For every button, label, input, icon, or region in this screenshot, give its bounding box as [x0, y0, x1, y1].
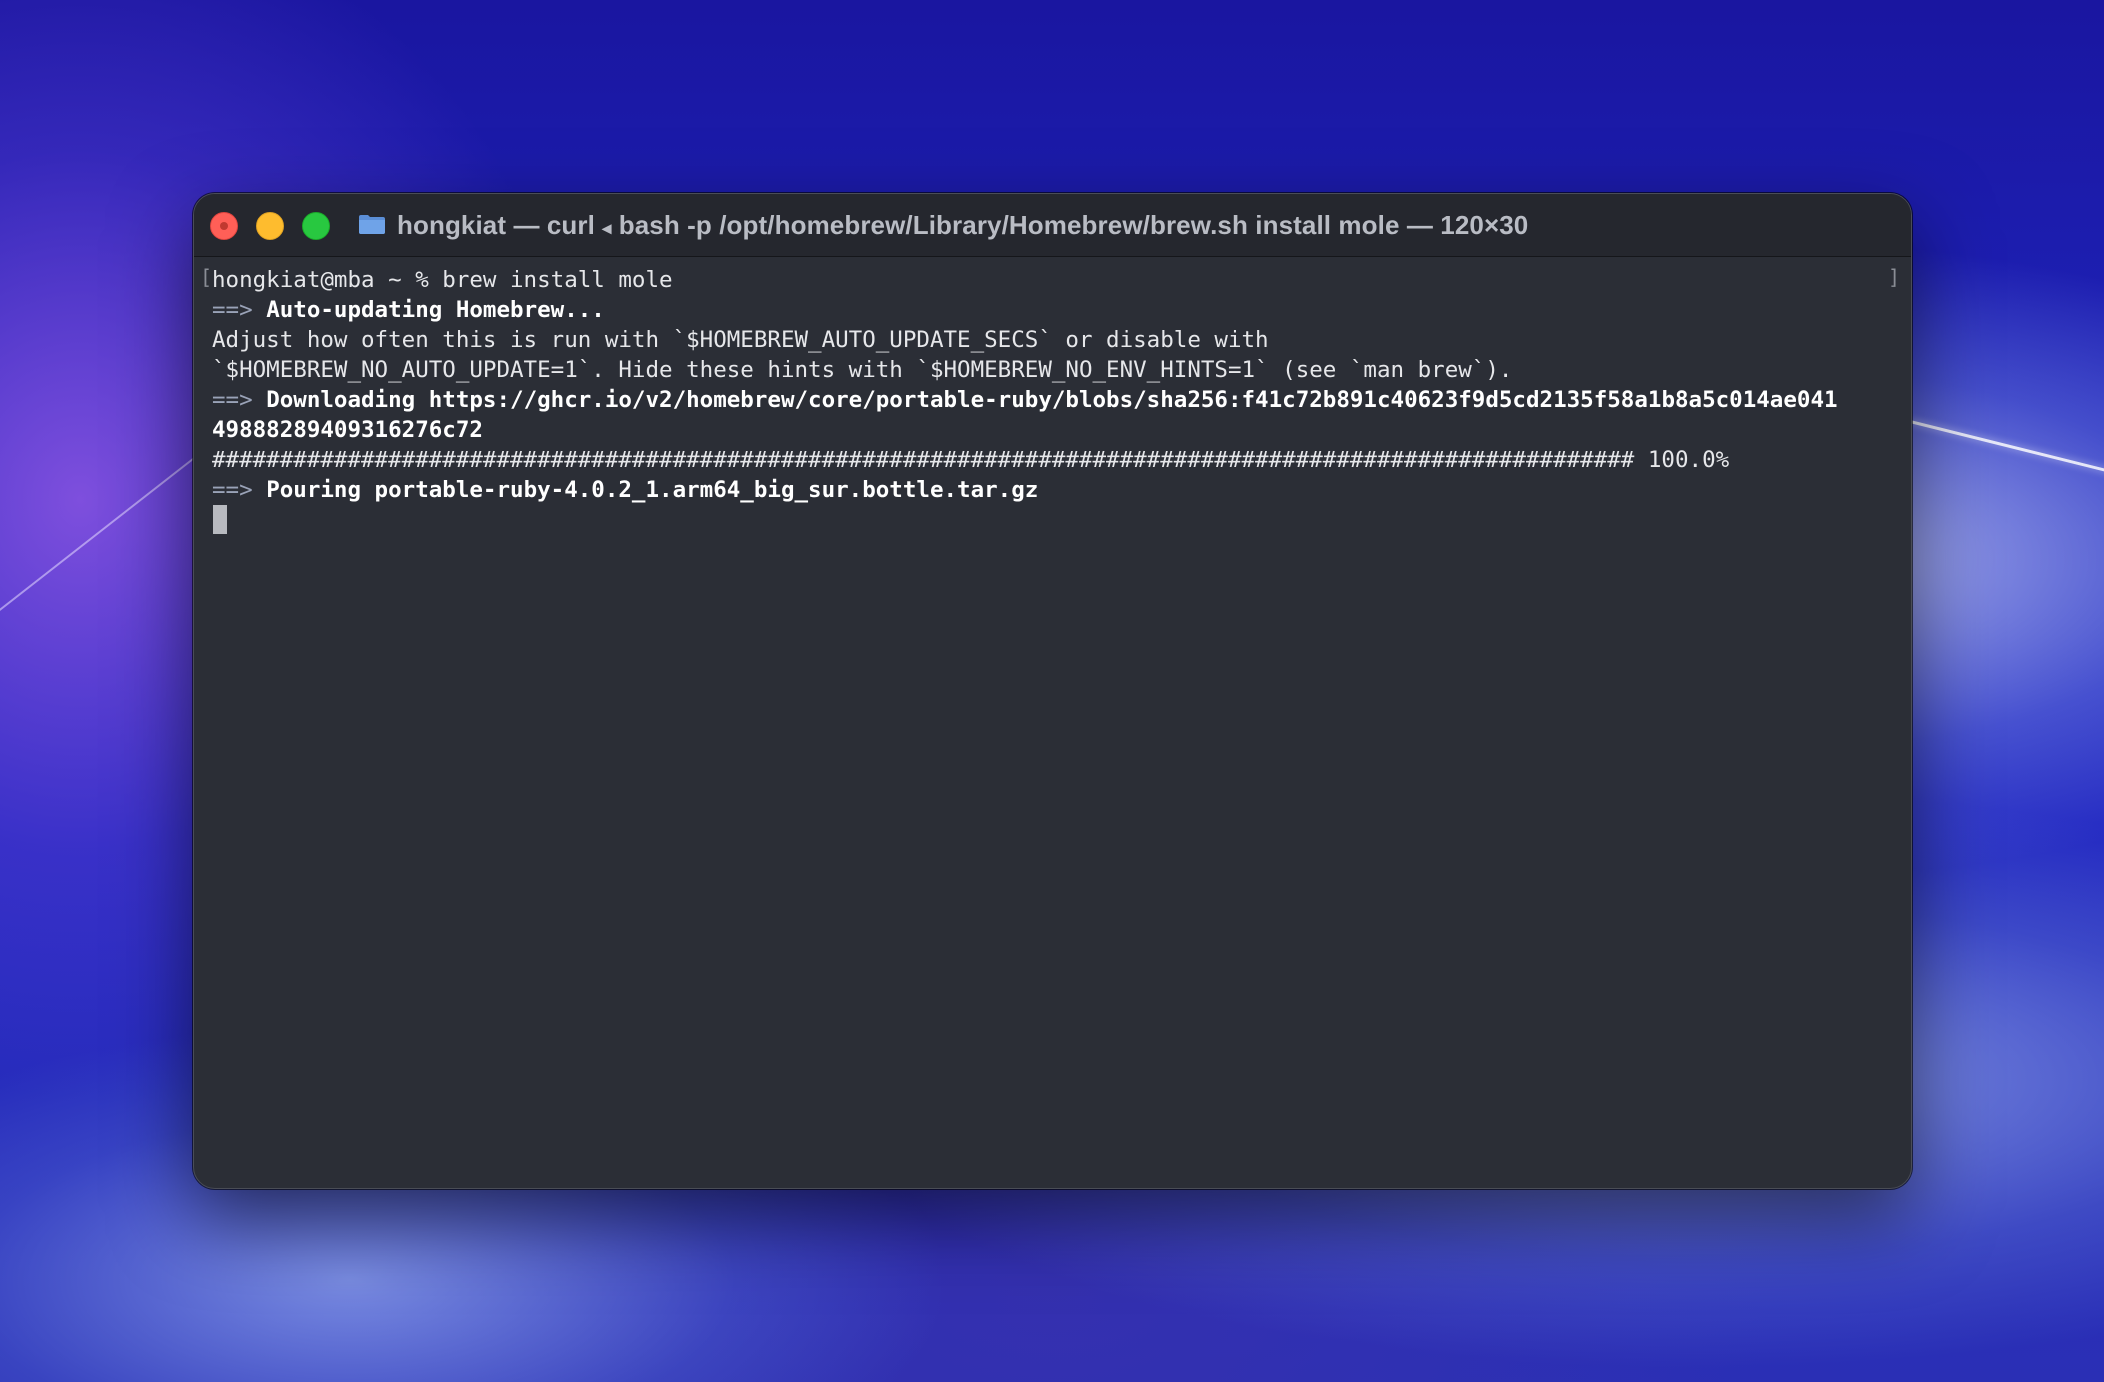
folder-icon [359, 215, 385, 234]
output-line-auto-update: ==> Auto-updating Homebrew... [212, 295, 605, 325]
auto-update-text: Auto-updating Homebrew... [266, 297, 605, 323]
minimize-icon[interactable] [256, 212, 284, 240]
prompt-line: hongkiat@mba ~ % brew install mole [212, 267, 673, 293]
output-line-downloading-cont: 49888289409316276c72 [212, 417, 483, 443]
maximize-icon[interactable] [302, 212, 330, 240]
terminal-content[interactable]: [ ] hongkiat@mba ~ % brew install mole =… [194, 257, 1911, 1188]
arrow-marker: ==> [212, 297, 253, 323]
text-cursor [213, 505, 227, 534]
wallpaper-highlight-left [0, 443, 213, 642]
wallpaper-highlight [1909, 420, 2104, 486]
arrow-marker: ==> [212, 477, 253, 503]
pouring-text: Pouring portable-ruby-4.0.2_1.arm64_big_… [266, 477, 1039, 503]
arrow-marker: ==> [212, 387, 253, 413]
progress-bar-line: ########################################… [212, 447, 1730, 473]
output-line-downloading: ==> Downloading https://ghcr.io/v2/homeb… [212, 385, 1838, 415]
title-suffix: bash -p /opt/homebrew/Library/Homebrew/b… [618, 210, 1529, 240]
terminal-window[interactable]: hongkiat — curl ◂ bash -p /opt/homebrew/… [193, 193, 1912, 1189]
title-prefix: hongkiat — curl [397, 210, 595, 240]
output-line-hints: `$HOMEBREW_NO_AUTO_UPDATE=1`. Hide these… [212, 357, 1513, 383]
mark-bracket-right: ] [1888, 265, 1901, 289]
downloading-text: Downloading https://ghcr.io/v2/homebrew/… [266, 387, 1838, 413]
window-title: hongkiat — curl ◂ bash -p /opt/homebrew/… [397, 210, 1528, 241]
close-icon[interactable] [210, 212, 238, 240]
title-bar[interactable]: hongkiat — curl ◂ bash -p /opt/homebrew/… [194, 194, 1911, 257]
output-line-pouring: ==> Pouring portable-ruby-4.0.2_1.arm64_… [212, 475, 1038, 505]
title-separator: ◂ [602, 218, 612, 238]
mark-bracket-left: [ [200, 265, 213, 289]
output-line-adjust: Adjust how often this is run with `$HOME… [212, 327, 1269, 353]
